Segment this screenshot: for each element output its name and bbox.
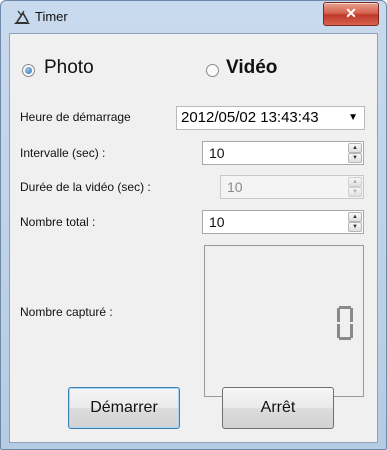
- video-radio-indicator[interactable]: [206, 64, 219, 77]
- interval-spinner[interactable]: 10 ▲ ▼: [202, 141, 364, 165]
- close-icon: ✕: [345, 5, 357, 21]
- start-time-value: 2012/05/02 13:43:43: [181, 109, 319, 126]
- total-count-decrement-button[interactable]: ▼: [348, 222, 362, 232]
- interval-value[interactable]: 10: [209, 142, 225, 164]
- video-duration-increment-button: ▲: [348, 177, 362, 187]
- title-bar[interactable]: Timer ✕: [1, 1, 386, 33]
- total-count-increment-button[interactable]: ▲: [348, 212, 362, 222]
- chevron-down-icon[interactable]: ▼: [348, 107, 358, 129]
- total-count-label: Nombre total :: [20, 215, 96, 229]
- close-button[interactable]: ✕: [323, 2, 379, 26]
- timer-app-icon: [14, 10, 30, 24]
- interval-decrement-button[interactable]: ▼: [348, 153, 362, 163]
- video-duration-decrement-button: ▼: [348, 187, 362, 197]
- stop-button[interactable]: Arrêt: [222, 387, 334, 429]
- client-area: Photo Vidéo Heure de démarrage 2012/05/0…: [9, 33, 378, 443]
- interval-label: Intervalle (sec) :: [20, 146, 106, 160]
- captured-count-label: Nombre capturé :: [20, 305, 113, 319]
- photo-radio-indicator[interactable]: [22, 64, 35, 77]
- total-count-spinner[interactable]: 10 ▲ ▼: [202, 210, 364, 234]
- captured-count-digit: [337, 306, 353, 340]
- timer-window: Timer ✕ Photo Vidéo Heure de démarrage 2…: [0, 0, 387, 450]
- start-button[interactable]: Démarrer: [68, 387, 180, 429]
- video-duration-spinner: 10 ▲ ▼: [220, 175, 364, 199]
- total-count-value[interactable]: 10: [209, 211, 225, 233]
- window-title: Timer: [35, 9, 68, 24]
- photo-label: Photo: [44, 57, 94, 78]
- start-time-dropdown[interactable]: 2012/05/02 13:43:43 ▼: [176, 106, 365, 130]
- interval-increment-button[interactable]: ▲: [348, 143, 362, 153]
- video-duration-label: Durée de la vidéo (sec) :: [20, 180, 151, 194]
- video-duration-value: 10: [227, 179, 243, 195]
- start-time-label: Heure de démarrage: [20, 110, 131, 124]
- video-label: Vidéo: [226, 57, 278, 78]
- captured-count-display: [204, 245, 364, 397]
